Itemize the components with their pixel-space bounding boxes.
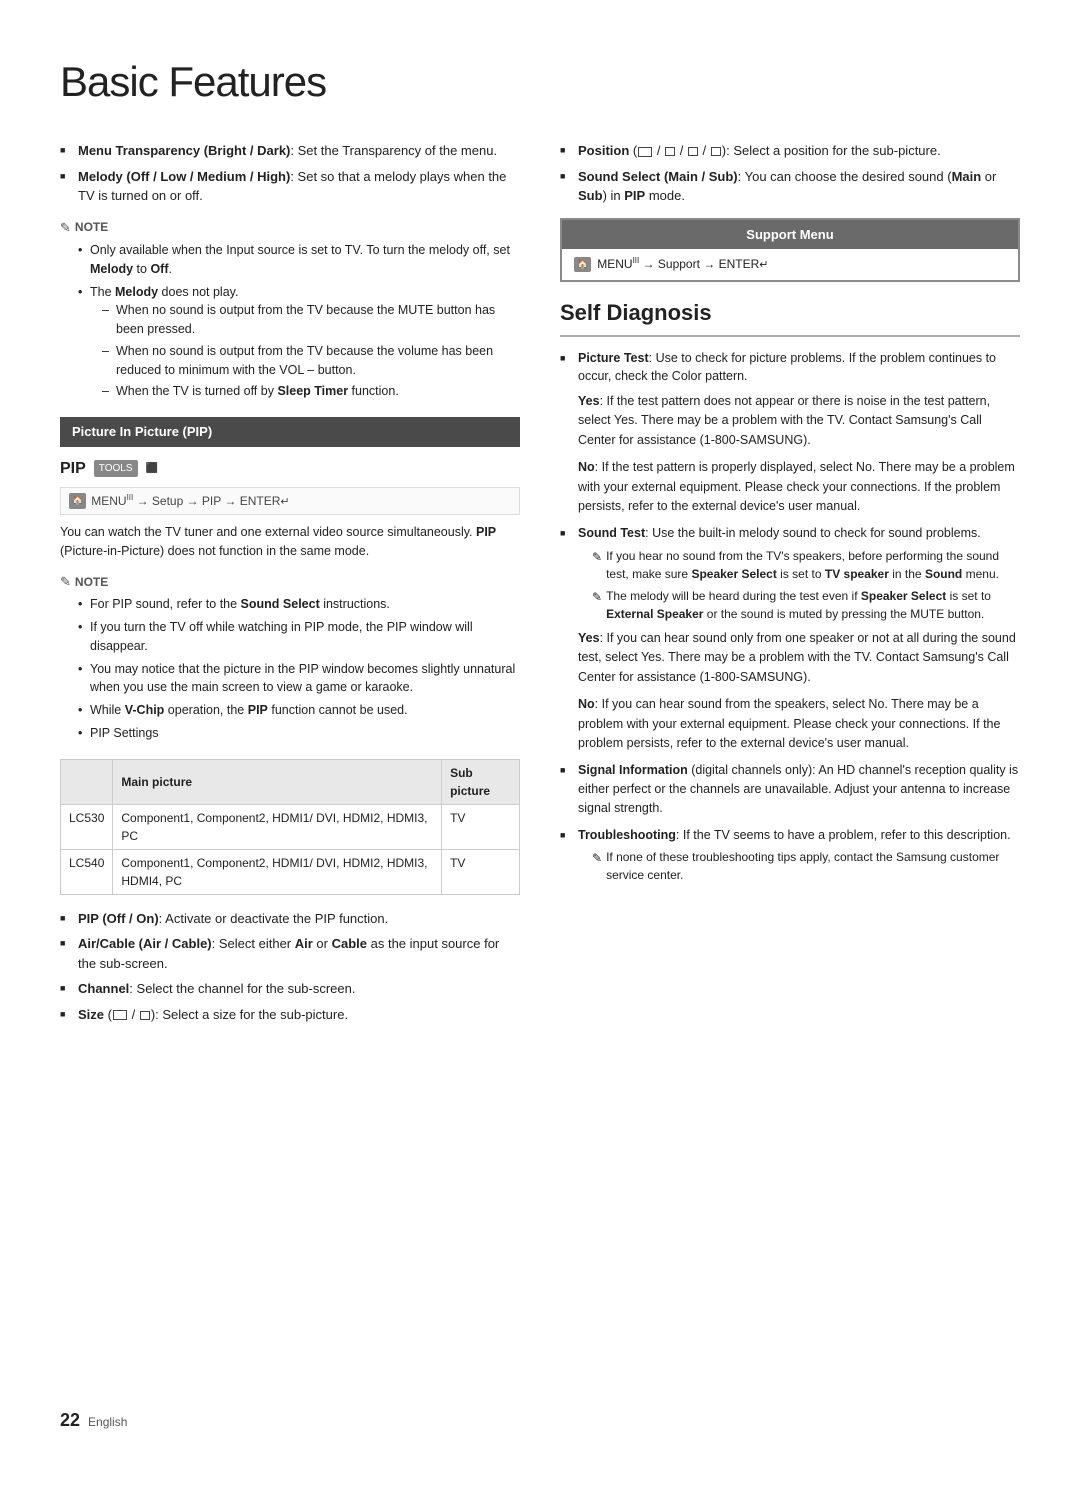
pip-section-header: Picture In Picture (PIP) bbox=[60, 417, 520, 447]
self-diagnosis-title: Self Diagnosis bbox=[560, 296, 1020, 337]
pip-tools-row: PIP TOOLS ⬛ bbox=[60, 457, 520, 481]
sub-note-item: When the TV is turned off by Sleep Timer… bbox=[102, 382, 520, 401]
page-title: Basic Features bbox=[60, 50, 1020, 113]
list-item: Menu Transparency (Bright / Dark): Set t… bbox=[60, 141, 520, 161]
pip-note-items: For PIP sound, refer to the Sound Select… bbox=[78, 595, 520, 742]
tools-icon: ⬛ bbox=[146, 461, 158, 476]
table-row: LC540 Component1, Component2, HDMI1/ DVI… bbox=[61, 849, 520, 894]
sub-note-item: When no sound is output from the TV beca… bbox=[102, 342, 520, 380]
note-section: NOTE Only available when the Input sourc… bbox=[60, 218, 520, 402]
pip-note-label: NOTE bbox=[75, 573, 108, 591]
pip-note-item: You may notice that the picture in the P… bbox=[78, 660, 520, 698]
list-item: Signal Information (digital channels onl… bbox=[560, 761, 1020, 817]
pip-note-section: NOTE For PIP sound, refer to the Sound S… bbox=[60, 572, 520, 743]
sub-note-2: The melody will be heard during the test… bbox=[592, 587, 1020, 623]
sub-note-text: If you hear no sound from the TV's speak… bbox=[606, 547, 1020, 583]
list-item: Sound Test: Use the built-in melody soun… bbox=[560, 524, 1020, 753]
bold-text: Menu Transparency (Bright / Dark) bbox=[78, 143, 290, 158]
note-items: Only available when the Input source is … bbox=[78, 241, 520, 401]
page-footer: 22 English bbox=[60, 1387, 1020, 1434]
menu-icon: 🏠 bbox=[574, 257, 591, 273]
list-item: Melody (Off / Low / Medium / High): Set … bbox=[60, 167, 520, 206]
pip-note-header: NOTE bbox=[60, 572, 520, 592]
sub-note-1: If you hear no sound from the TV's speak… bbox=[592, 547, 1020, 583]
sub-note-text: The melody will be heard during the test… bbox=[606, 587, 1020, 623]
left-column: Menu Transparency (Bright / Dark): Set t… bbox=[60, 141, 520, 1387]
note-label: NOTE bbox=[75, 218, 108, 236]
bold-text: Melody (Off / Low / Medium / High) bbox=[78, 169, 290, 184]
pip-menu-path: 🏠 MENUIII → Setup → PIP → ENTER↵ bbox=[60, 487, 520, 516]
pos-icon-2 bbox=[665, 147, 675, 156]
table-header-main: Main picture bbox=[113, 759, 442, 804]
size-icon-2 bbox=[140, 1011, 150, 1020]
sub-note-item: When no sound is output from the TV beca… bbox=[102, 301, 520, 339]
support-menu-box: Support Menu 🏠 MENUIII → Support → ENTER… bbox=[560, 218, 1020, 282]
pos-icon-3 bbox=[688, 147, 698, 156]
pip-bullets: PIP (Off / On): Activate or deactivate t… bbox=[60, 909, 520, 1025]
note-item: The Melody does not play. When no sound … bbox=[78, 283, 520, 402]
two-column-layout: Menu Transparency (Bright / Dark): Set t… bbox=[60, 141, 1020, 1387]
menu-path-text: MENUIII → Setup → PIP → ENTER↵ bbox=[91, 492, 289, 511]
table-cell-model: LC530 bbox=[61, 804, 113, 849]
list-item: Troubleshooting: If the TV seems to have… bbox=[560, 826, 1020, 885]
right-column: Position ( / / / ): Select a position fo… bbox=[560, 141, 1020, 1387]
no-paragraph: No: If the test pattern is properly disp… bbox=[578, 458, 1020, 516]
support-menu-path: 🏠 MENUIII → Support → ENTER↵ bbox=[562, 249, 1018, 280]
pip-settings-table: Main picture Sub picture LC530 Component… bbox=[60, 759, 520, 895]
self-diagnosis-list: Picture Test: Use to check for picture p… bbox=[560, 349, 1020, 885]
list-item: Channel: Select the channel for the sub-… bbox=[60, 979, 520, 999]
pip-note-item: For PIP sound, refer to the Sound Select… bbox=[78, 595, 520, 614]
no-sound-paragraph: No: If you can hear sound from the speak… bbox=[578, 695, 1020, 753]
bullet-text: Melody (Off / Low / Medium / High): Set … bbox=[78, 169, 506, 204]
table-row: LC530 Component1, Component2, HDMI1/ DVI… bbox=[61, 804, 520, 849]
bullet-text: Menu Transparency (Bright / Dark): Set t… bbox=[78, 143, 497, 158]
list-item: Size ( / ): Select a size for the sub-pi… bbox=[60, 1005, 520, 1025]
pip-note-item: While V-Chip operation, the PIP function… bbox=[78, 701, 520, 720]
support-menu-header: Support Menu bbox=[562, 220, 1018, 250]
menu-icon: 🏠 bbox=[69, 493, 86, 509]
intro-bullets: Menu Transparency (Bright / Dark): Set t… bbox=[60, 141, 520, 206]
pip-description: You can watch the TV tuner and one exter… bbox=[60, 523, 520, 562]
size-icon-1 bbox=[113, 1010, 127, 1020]
list-item: PIP (Off / On): Activate or deactivate t… bbox=[60, 909, 520, 929]
table-header-sub: Sub picture bbox=[442, 759, 520, 804]
note-item: Only available when the Input source is … bbox=[78, 241, 520, 279]
table-cell-main: Component1, Component2, HDMI1/ DVI, HDMI… bbox=[113, 804, 442, 849]
sub-note-text: If none of these troubleshooting tips ap… bbox=[606, 848, 1020, 884]
pip-note-item: If you turn the TV off while watching in… bbox=[78, 618, 520, 656]
page-number-value: 22 bbox=[60, 1407, 80, 1434]
list-item: Position ( / / / ): Select a position fo… bbox=[560, 141, 1020, 161]
table-cell-sub: TV bbox=[442, 804, 520, 849]
note-header: NOTE bbox=[60, 218, 520, 238]
list-item: Air/Cable (Air / Cable): Select either A… bbox=[60, 934, 520, 973]
table-header-empty bbox=[61, 759, 113, 804]
yes-paragraph: Yes: If the test pattern does not appear… bbox=[578, 392, 1020, 450]
pip-label: PIP bbox=[60, 457, 86, 481]
table-cell-model: LC540 bbox=[61, 849, 113, 894]
support-path-text: MENUIII → Support → ENTER↵ bbox=[597, 255, 768, 274]
pos-icon-1 bbox=[638, 147, 652, 157]
yes-sound-paragraph: Yes: If you can hear sound only from one… bbox=[578, 629, 1020, 687]
language-label: English bbox=[88, 1413, 127, 1431]
sub-note-items: When no sound is output from the TV beca… bbox=[102, 301, 520, 401]
list-item: Sound Select (Main / Sub): You can choos… bbox=[560, 167, 1020, 206]
troubleshooting-sub-note: If none of these troubleshooting tips ap… bbox=[592, 848, 1020, 884]
page: Basic Features Menu Transparency (Bright… bbox=[0, 0, 1080, 1494]
list-item: Picture Test: Use to check for picture p… bbox=[560, 349, 1020, 517]
table-cell-main: Component1, Component2, HDMI1/ DVI, HDMI… bbox=[113, 849, 442, 894]
pip-note-item: PIP Settings bbox=[78, 724, 520, 743]
table-cell-sub: TV bbox=[442, 849, 520, 894]
tools-badge: TOOLS bbox=[94, 460, 138, 477]
right-top-bullets: Position ( / / / ): Select a position fo… bbox=[560, 141, 1020, 206]
pos-icon-4 bbox=[711, 147, 721, 156]
